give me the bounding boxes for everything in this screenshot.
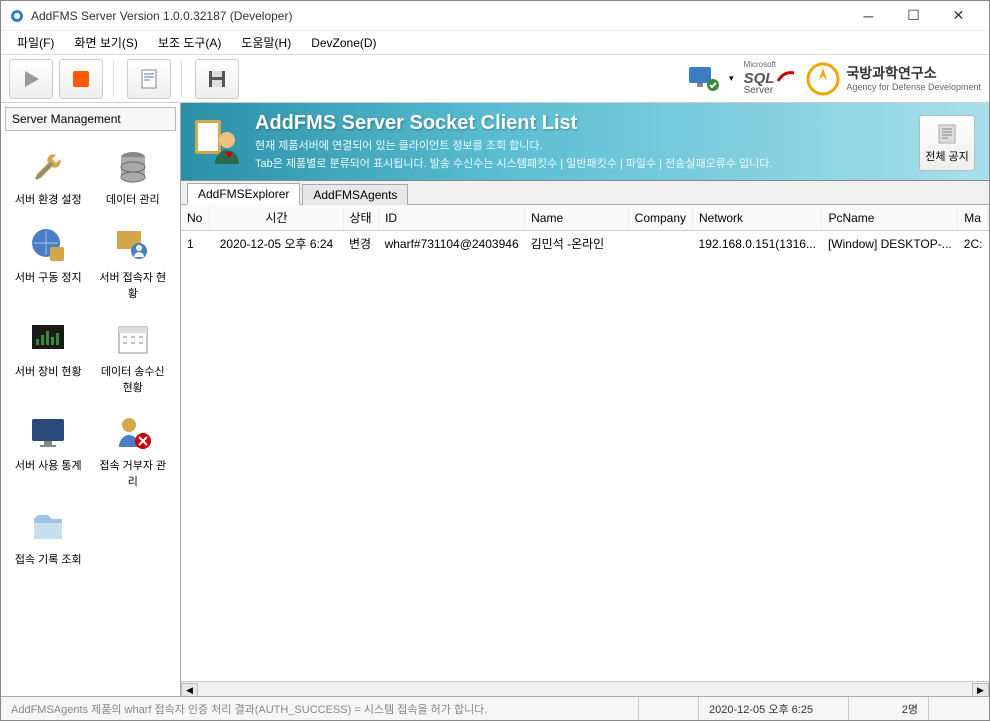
tab-agents[interactable]: AddFMSAgents <box>302 184 408 205</box>
save-button[interactable] <box>195 59 239 99</box>
menu-file[interactable]: 파일(F) <box>9 32 62 53</box>
banner-line2: Tab은 제품별로 분류되어 표시됩니다. 발송 수신수는 시스템패킷수 | 일… <box>255 155 772 171</box>
status-spacer1 <box>639 697 699 720</box>
menu-tools[interactable]: 보조 도구(A) <box>150 32 230 53</box>
col-status[interactable]: 상태 <box>343 205 379 231</box>
sidebar-item-data-tx[interactable]: 데이터 송수신 현황 <box>94 313 173 401</box>
sidebar-item-stats[interactable]: 서버 사용 통계 <box>9 407 88 495</box>
tab-explorer[interactable]: AddFMSExplorer <box>187 183 300 205</box>
minimize-button[interactable]: ─ <box>846 2 891 30</box>
wrench-icon <box>28 147 68 187</box>
menu-help[interactable]: 도움말(H) <box>233 32 299 53</box>
sidebar-item-label: 데이터 송수신 현황 <box>96 363 171 395</box>
cell-pcname: [Window] DESKTOP-... <box>822 231 958 257</box>
cell-no: 1 <box>181 231 210 257</box>
banner-line1: 현재 제품서버에 연결되어 있는 클라이언트 정보를 조회 합니다. <box>255 137 772 153</box>
sidebar-title: Server Management <box>5 107 176 131</box>
col-company[interactable]: Company <box>628 205 692 231</box>
org-sub: Agency for Defense Development <box>846 82 981 93</box>
cell-mac: 2C: <box>958 231 989 257</box>
sidebar-item-label: 서버 구동 정지 <box>15 269 82 285</box>
cell-name: 김민석 -온라인 <box>525 231 629 257</box>
globe-stop-icon <box>28 225 68 265</box>
broadcast-label: 전체 공지 <box>925 148 969 164</box>
menubar: 파일(F) 화면 보기(S) 보조 도구(A) 도움말(H) DevZone(D… <box>1 31 989 55</box>
sidebar-item-label: 서버 환경 설정 <box>15 191 82 207</box>
org-name: 국방과학연구소 <box>846 65 981 82</box>
sql-sub-label: Server <box>744 86 797 96</box>
user-monitor-icon <box>113 225 153 265</box>
play-button[interactable] <box>9 59 53 99</box>
equalizer-icon <box>28 319 68 359</box>
col-mac[interactable]: Ma <box>958 205 989 231</box>
banner-user-icon <box>191 114 247 170</box>
sidebar-item-server-config[interactable]: 서버 환경 설정 <box>9 141 88 213</box>
org-logo: 국방과학연구소 Agency for Defense Development <box>806 62 981 96</box>
document-lines-icon <box>935 122 959 146</box>
document-button[interactable] <box>127 59 171 99</box>
banner: AddFMS Server Socket Client List 현재 제품서버… <box>181 103 989 181</box>
sidebar-item-server-stop[interactable]: 서버 구동 정지 <box>9 219 88 307</box>
sqlserver-logo: Microsoft SQL Server <box>744 61 797 96</box>
sql-top-label: Microsoft <box>744 61 797 69</box>
sidebar-item-access-log[interactable]: 접속 기록 조회 <box>9 501 88 573</box>
sidebar-item-client-status[interactable]: 서버 접속자 현황 <box>94 219 173 307</box>
cell-id: wharf#731104@2403946 <box>379 231 525 257</box>
menu-view[interactable]: 화면 보기(S) <box>66 32 146 53</box>
sidebar-item-label: 데이터 관리 <box>106 191 160 207</box>
col-no[interactable]: No <box>181 205 210 231</box>
sidebar-item-equipment[interactable]: 서버 장비 현황 <box>9 313 88 401</box>
table-header-row: No 시간 상태 ID Name Company Network PcName … <box>181 205 989 231</box>
tabs: AddFMSExplorer AddFMSAgents <box>181 181 989 205</box>
sidebar-item-label: 서버 사용 통계 <box>15 457 82 473</box>
banner-title: AddFMS Server Socket Client List <box>255 112 772 135</box>
col-id[interactable]: ID <box>379 205 525 231</box>
col-name[interactable]: Name <box>525 205 629 231</box>
cell-time: 2020-12-05 오후 6:24 <box>210 231 343 257</box>
sidebar-item-deny-mgmt[interactable]: 접속 거부자 관리 <box>94 407 173 495</box>
toolbar: ▾ Microsoft SQL Server 국방과학연구소 Agency fo… <box>1 55 989 103</box>
cell-status: 변경 <box>343 231 379 257</box>
maximize-button[interactable]: ☐ <box>891 2 936 30</box>
cell-network: 192.168.0.151(1316... <box>693 231 822 257</box>
client-table: No 시간 상태 ID Name Company Network PcName … <box>181 205 989 681</box>
database-icon <box>113 147 153 187</box>
sidebar-item-label: 접속 기록 조회 <box>15 551 82 567</box>
close-button[interactable]: ✕ <box>936 2 981 30</box>
calendar-icon <box>113 319 153 359</box>
col-network[interactable]: Network <box>693 205 822 231</box>
folder-icon <box>28 507 68 547</box>
sidebar: Server Management 서버 환경 설정 데이터 관리 서버 구동 … <box>1 103 181 698</box>
status-time: 2020-12-05 오후 6:25 <box>699 697 849 720</box>
sidebar-item-label: 접속 거부자 관리 <box>96 457 171 489</box>
sql-label: SQL <box>744 71 775 86</box>
titlebar: AddFMS Server Version 1.0.0.32187 (Devel… <box>1 1 989 31</box>
app-icon <box>9 8 25 24</box>
col-time[interactable]: 시간 <box>210 205 343 231</box>
table-row[interactable]: 1 2020-12-05 오후 6:24 변경 wharf#731104@240… <box>181 231 989 257</box>
sidebar-item-label: 서버 장비 현황 <box>15 363 82 379</box>
monitor-icon[interactable]: ▾ <box>687 65 734 93</box>
status-spacer2 <box>929 697 989 720</box>
user-deny-icon <box>113 413 153 453</box>
window-title: AddFMS Server Version 1.0.0.32187 (Devel… <box>31 9 846 23</box>
status-message: AddFMSAgents 제품의 wharf 접속자 인증 처리 결과(AUTH… <box>1 697 639 720</box>
col-pcname[interactable]: PcName <box>822 205 958 231</box>
sidebar-item-data-mgmt[interactable]: 데이터 관리 <box>94 141 173 213</box>
status-count: 2명 <box>849 697 929 720</box>
stop-button[interactable] <box>59 59 103 99</box>
monitor-chart-icon <box>28 413 68 453</box>
broadcast-button[interactable]: 전체 공지 <box>919 115 975 171</box>
cell-company <box>628 231 692 257</box>
menu-devzone[interactable]: DevZone(D) <box>303 34 384 52</box>
sidebar-item-label: 서버 접속자 현황 <box>96 269 171 301</box>
statusbar: AddFMSAgents 제품의 wharf 접속자 인증 처리 결과(AUTH… <box>1 696 989 720</box>
